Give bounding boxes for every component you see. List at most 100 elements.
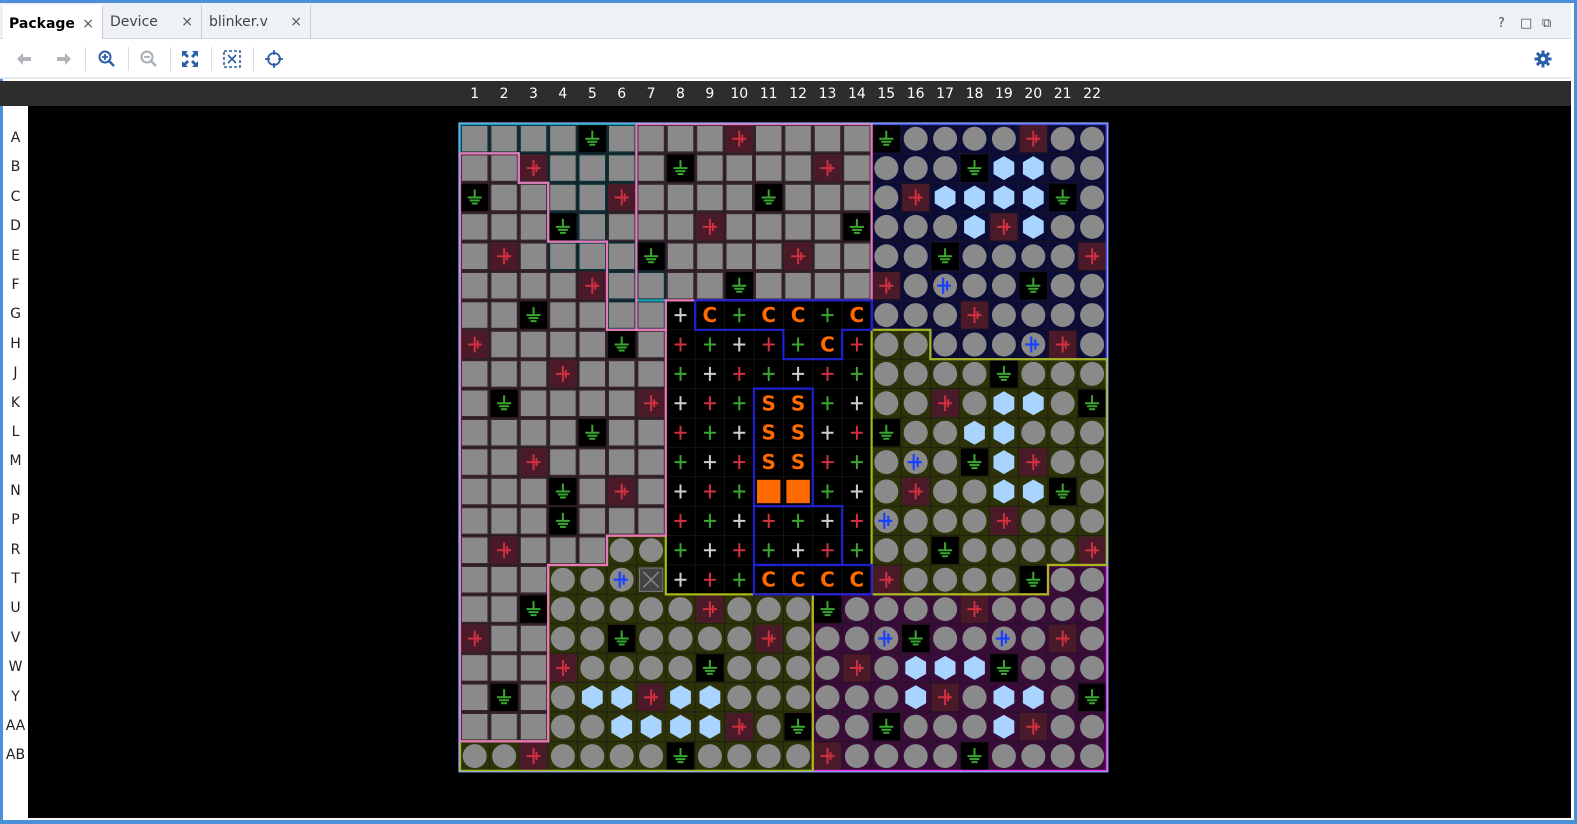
pin-site[interactable] — [518, 711, 549, 742]
pin-site[interactable] — [606, 505, 637, 536]
pin-site[interactable] — [694, 182, 725, 213]
pin-site[interactable] — [547, 417, 578, 448]
pin-site[interactable] — [665, 623, 696, 654]
pin-site[interactable] — [724, 711, 755, 742]
pin-site[interactable] — [577, 329, 608, 360]
pin-site[interactable] — [841, 241, 872, 272]
pin-site[interactable] — [724, 329, 755, 360]
pin-site[interactable] — [900, 388, 931, 419]
pin-site[interactable] — [841, 182, 872, 213]
pin-site[interactable] — [665, 123, 696, 154]
pin-site[interactable] — [547, 182, 578, 213]
pin-site[interactable] — [930, 594, 961, 625]
pin-site[interactable] — [959, 623, 990, 654]
pin-site[interactable] — [577, 652, 608, 683]
pin-site[interactable] — [636, 182, 667, 213]
pin-site[interactable] — [812, 241, 843, 272]
pin-site[interactable] — [694, 535, 725, 566]
pin-site[interactable] — [1018, 711, 1049, 742]
back-arrow-icon[interactable] — [9, 45, 39, 73]
pin-site[interactable] — [606, 388, 637, 419]
pin-site[interactable] — [724, 270, 755, 301]
pin-site[interactable] — [577, 358, 608, 389]
pin-site[interactable] — [489, 388, 520, 419]
pin-site[interactable] — [753, 623, 784, 654]
pin-site[interactable] — [547, 153, 578, 184]
pin-site[interactable] — [871, 623, 902, 654]
pin-site[interactable] — [959, 711, 990, 742]
pin-site[interactable] — [783, 270, 814, 301]
pin-site[interactable] — [694, 652, 725, 683]
pin-site[interactable] — [841, 711, 872, 742]
pin-site[interactable] — [636, 300, 667, 331]
pin-site[interactable] — [930, 417, 961, 448]
pin-site[interactable] — [1047, 476, 1078, 507]
pin-site[interactable] — [900, 476, 931, 507]
pin-site[interactable] — [841, 476, 872, 507]
pin-site[interactable] — [1077, 270, 1108, 301]
pin-site[interactable] — [547, 329, 578, 360]
gear-icon[interactable] — [1528, 45, 1558, 73]
pin-site[interactable] — [459, 241, 490, 272]
pin-site[interactable] — [753, 594, 784, 625]
pin-site[interactable] — [930, 388, 961, 419]
pin-site[interactable] — [518, 535, 549, 566]
pin-site[interactable] — [724, 682, 755, 713]
pin-site[interactable] — [988, 388, 1019, 419]
pin-site[interactable] — [1018, 594, 1049, 625]
pin-site[interactable] — [900, 711, 931, 742]
pin-site[interactable] — [871, 711, 902, 742]
pin-site[interactable] — [1047, 623, 1078, 654]
pin-site[interactable] — [606, 535, 637, 566]
pin-site[interactable] — [724, 476, 755, 507]
pin-site[interactable] — [694, 358, 725, 389]
pin-site[interactable] — [518, 682, 549, 713]
pin-site[interactable] — [606, 564, 637, 595]
pin-site[interactable] — [694, 476, 725, 507]
pin-site[interactable] — [988, 623, 1019, 654]
pin-site[interactable] — [988, 211, 1019, 242]
pin-site[interactable] — [871, 741, 902, 772]
pin-site[interactable] — [930, 535, 961, 566]
pin-site[interactable] — [606, 358, 637, 389]
pin-site[interactable] — [724, 447, 755, 478]
pin-site[interactable] — [871, 417, 902, 448]
pin-site[interactable] — [518, 123, 549, 154]
pin-site[interactable] — [871, 182, 902, 213]
pin-site[interactable] — [724, 358, 755, 389]
pin-site[interactable] — [694, 417, 725, 448]
pin-site[interactable] — [959, 741, 990, 772]
pin-site[interactable] — [694, 123, 725, 154]
pin-site[interactable] — [577, 388, 608, 419]
pin-site[interactable]: C — [841, 564, 872, 595]
pin-site[interactable] — [753, 711, 784, 742]
pin-site[interactable] — [459, 594, 490, 625]
pin-site[interactable] — [930, 682, 961, 713]
pin-site[interactable] — [841, 535, 872, 566]
pin-site[interactable] — [489, 594, 520, 625]
pin-site[interactable] — [1047, 447, 1078, 478]
pin-site[interactable] — [812, 447, 843, 478]
pin-site[interactable] — [783, 358, 814, 389]
pin-site[interactable] — [783, 535, 814, 566]
pin-site[interactable] — [636, 535, 667, 566]
pin-site[interactable] — [636, 211, 667, 242]
zoom-selection-icon[interactable] — [217, 45, 247, 73]
pin-site[interactable] — [577, 594, 608, 625]
pin-site[interactable] — [753, 652, 784, 683]
pin-site[interactable] — [988, 741, 1019, 772]
pin-site[interactable] — [871, 358, 902, 389]
pin-site[interactable] — [547, 711, 578, 742]
pin-site[interactable] — [988, 564, 1019, 595]
pin-site[interactable] — [1018, 476, 1049, 507]
pin-site[interactable] — [547, 270, 578, 301]
pin-site[interactable]: S — [783, 388, 814, 419]
pin-site[interactable] — [459, 564, 490, 595]
pin-site[interactable] — [900, 182, 931, 213]
pin-site[interactable] — [841, 623, 872, 654]
pin-site[interactable] — [930, 447, 961, 478]
pin-site[interactable] — [812, 682, 843, 713]
pin-site[interactable] — [1047, 153, 1078, 184]
zoom-in-icon[interactable] — [92, 45, 122, 73]
pin-site[interactable] — [577, 123, 608, 154]
